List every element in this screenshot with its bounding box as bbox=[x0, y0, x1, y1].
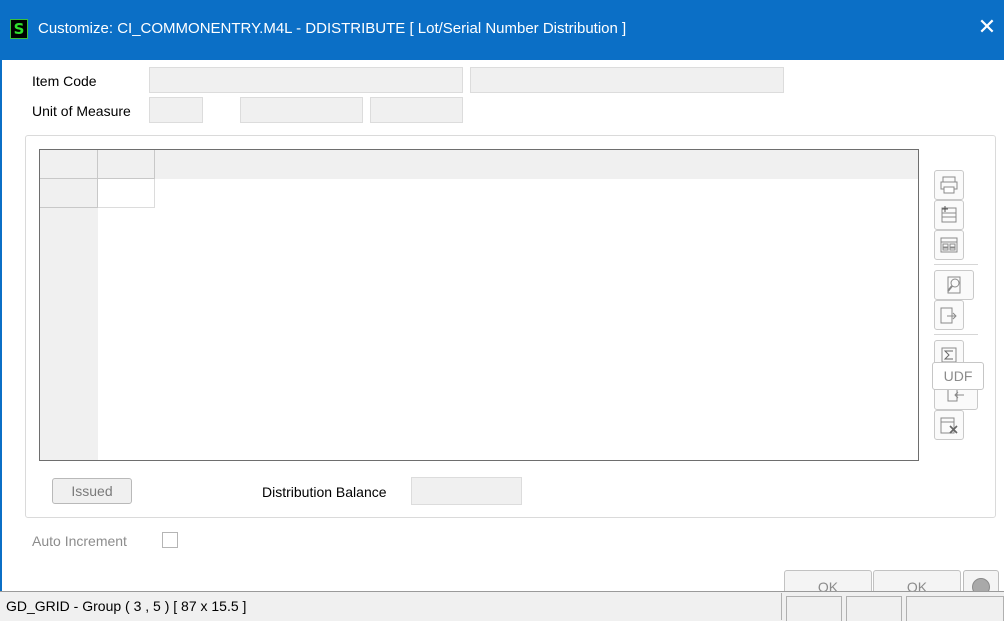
insert-row-icon[interactable] bbox=[934, 200, 964, 230]
item-code-field[interactable] bbox=[149, 67, 463, 93]
unit-of-measure-label: Unit of Measure bbox=[32, 103, 131, 119]
grid-column-header[interactable] bbox=[98, 150, 155, 179]
auto-increment-label: Auto Increment bbox=[32, 533, 127, 549]
uom-secondary-field[interactable] bbox=[240, 97, 363, 123]
udf-button[interactable]: UDF bbox=[932, 362, 984, 390]
item-code-label: Item Code bbox=[32, 73, 97, 89]
app-logo-icon: S bbox=[10, 19, 28, 39]
status-pane bbox=[846, 596, 902, 621]
close-button[interactable]: ✕ bbox=[976, 14, 998, 42]
item-description-field[interactable] bbox=[470, 67, 784, 93]
unit-of-measure-field[interactable] bbox=[149, 97, 203, 123]
auto-increment-checkbox[interactable] bbox=[162, 532, 178, 548]
status-pane bbox=[906, 596, 1004, 621]
title-bar: S Customize: CI_COMMONENTRY.M4L - DDISTR… bbox=[0, 0, 1004, 60]
grid-column-header-row bbox=[40, 150, 918, 179]
toolbar-separator bbox=[934, 334, 978, 335]
issued-button[interactable]: Issued bbox=[52, 478, 132, 504]
grid-corner-cell[interactable] bbox=[40, 150, 98, 179]
status-bar: GD_GRID - Group ( 3 , 5 ) [ 87 x 15.5 ] bbox=[0, 591, 1004, 621]
uom-tertiary-field[interactable] bbox=[370, 97, 463, 123]
distribution-balance-label: Distribution Balance bbox=[262, 484, 387, 500]
window-title: Customize: CI_COMMONENTRY.M4L - DDISTRIB… bbox=[38, 20, 627, 37]
grid-settings-icon[interactable] bbox=[934, 230, 964, 260]
status-text: GD_GRID - Group ( 3 , 5 ) [ 87 x 15.5 ] bbox=[4, 593, 782, 620]
export-icon[interactable] bbox=[934, 300, 964, 330]
delete-icon[interactable] bbox=[934, 410, 964, 440]
status-pane bbox=[786, 596, 842, 621]
lookup-icon[interactable] bbox=[934, 270, 974, 300]
distribution-balance-field[interactable] bbox=[411, 477, 522, 505]
grid-row-header[interactable] bbox=[40, 179, 98, 208]
toolbar-separator bbox=[934, 264, 978, 265]
window-border bbox=[0, 60, 2, 591]
distribution-grid[interactable] bbox=[39, 149, 919, 461]
grid-cell[interactable] bbox=[98, 179, 155, 208]
print-icon[interactable] bbox=[934, 170, 964, 200]
